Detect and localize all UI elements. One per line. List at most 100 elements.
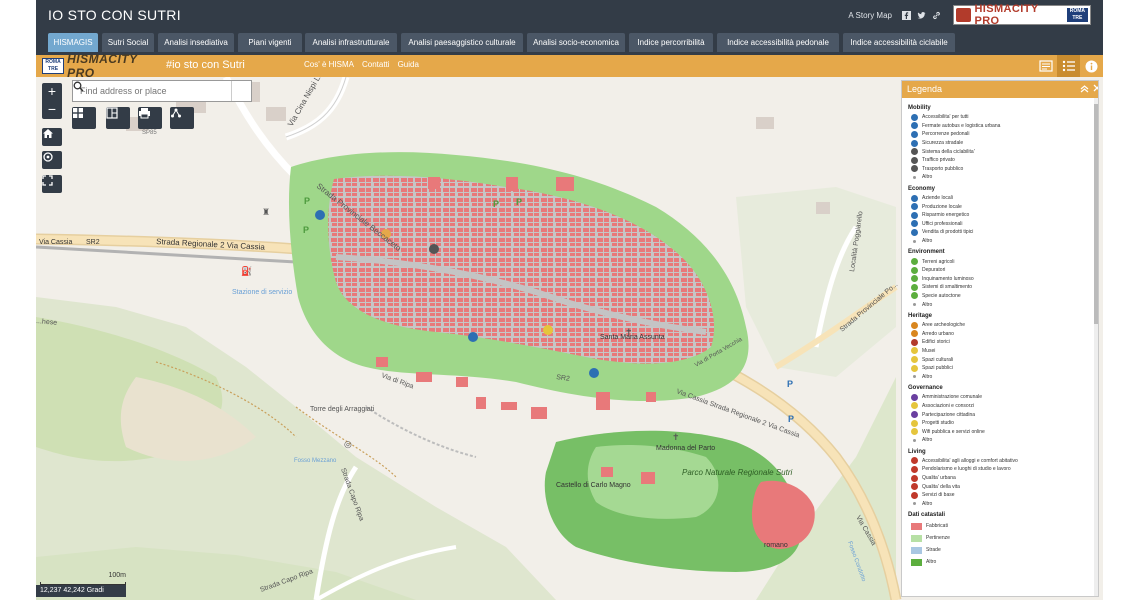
legend-item: Amministrazione comunale <box>908 393 1093 402</box>
legend-item: Specie autoctone <box>908 292 1093 301</box>
label-sp85: SP85 <box>142 130 157 136</box>
facebook-icon[interactable] <box>902 10 911 20</box>
tab-hismagis[interactable]: HISMAGIS <box>48 33 98 52</box>
label-via-cassia-left: Via Cassia <box>39 239 72 246</box>
hismacity-mark-icon <box>956 8 972 22</box>
transport-poi-icon[interactable] <box>468 332 478 342</box>
legend-scroll-thumb[interactable] <box>1094 104 1098 324</box>
print-button[interactable] <box>138 107 162 129</box>
tab-analisi-infrastrutturale[interactable]: Analisi infrastrutturale <box>305 33 397 52</box>
legend-item: Inquinamento luminoso <box>908 275 1093 284</box>
legend-item: Depuratori <box>908 266 1093 275</box>
other-dot-icon <box>913 502 916 506</box>
legend-item: Vendita di prodotti tipici <box>908 228 1093 237</box>
legend-list-icon <box>1062 60 1075 72</box>
accessibility-poi-icon[interactable] <box>589 368 599 378</box>
search-input[interactable] <box>73 81 231 101</box>
tab-indice-percorribilita[interactable]: Indice percorribilità <box>629 33 713 52</box>
legend-item: Accessibilita' agli alloggi e comfort ab… <box>908 457 1093 466</box>
link-icon[interactable] <box>932 11 941 20</box>
economy-symbol-icon <box>911 194 918 202</box>
legend-item: Spazi pubblici <box>908 364 1093 373</box>
traffic-poi-icon[interactable] <box>429 244 439 254</box>
legend-title: Legenda <box>907 84 943 94</box>
hismacity-header-logo[interactable]: HISMACITY PRO ROMA TRE <box>953 3 1091 27</box>
legend-item: Sistema della ciclabilita' <box>908 147 1093 156</box>
environment-symbol-icon <box>911 258 918 266</box>
legend-item: Trasporto pubblico <box>908 165 1093 174</box>
heritage-symbol-icon <box>911 347 918 355</box>
legend-item: Uffici professionali <box>908 220 1093 229</box>
legend-panel: Legenda Mobility Accessibilita' per tutt… <box>901 80 1099 597</box>
label-sr2-left: SR2 <box>86 239 100 246</box>
svg-text:♜: ♜ <box>262 207 270 217</box>
label-madonna: Madonna del Parto <box>656 445 715 452</box>
legend-item: Aziende locali <box>908 194 1093 203</box>
legend-item: Risparmio energetico <box>908 211 1093 220</box>
governance-symbol-icon <box>911 428 918 436</box>
map-view[interactable]: P P P P P P ✝ ✝ ♜ ◎ ⛽ Via Cina Nispi Lan… <box>36 77 1103 600</box>
legend-button[interactable] <box>1057 55 1080 77</box>
hismacity-app-logo[interactable]: ROMA TRE HISMACITY PRO <box>42 52 160 80</box>
zoom-in-button[interactable]: + <box>42 83 62 101</box>
legend-item: Produzione locale <box>908 202 1093 211</box>
about-button[interactable] <box>1034 55 1057 77</box>
app-title: #io sto con Sutri <box>166 59 245 71</box>
label-stazione: Stazione di servizio <box>232 289 292 296</box>
twitter-icon[interactable] <box>917 11 926 20</box>
environment-symbol-icon <box>911 292 918 300</box>
tab-analisi-socio-economica[interactable]: Analisi socio-economica <box>527 33 625 52</box>
environment-symbol-icon <box>911 266 918 274</box>
legend-item-other: Altro <box>908 372 1093 381</box>
other-dot-icon <box>913 438 916 442</box>
living-symbol-icon <box>911 457 918 465</box>
svg-text:P: P <box>493 199 499 209</box>
other-dot-icon <box>913 375 916 379</box>
living-symbol-icon <box>911 483 918 491</box>
search-icon <box>73 81 84 92</box>
legend-item-other: Altro <box>908 500 1093 509</box>
fullscreen-button[interactable] <box>42 175 62 193</box>
tab-sutri-social[interactable]: Sutri Social <box>102 33 154 52</box>
header-logo-text: HISMACITY PRO <box>974 3 1039 27</box>
link-cos-e-hisma[interactable]: Cos' è HISMA <box>304 60 354 69</box>
legend-scrollbar[interactable] <box>1094 98 1098 596</box>
legend-item: Qualita' urbana <box>908 474 1093 483</box>
legend-item: Edifici storici <box>908 338 1093 347</box>
tab-analisi-insediativa[interactable]: Analisi insediativa <box>158 33 234 52</box>
label-parco: Parco Naturale Regionale Sutri <box>682 468 793 477</box>
zoom-out-button[interactable]: − <box>42 101 62 119</box>
legend-body: Mobility Accessibilita' per tutti Fermat… <box>902 98 1098 568</box>
tab-indice-accessibilita-ciclabile[interactable]: Indice accessibilità ciclabile <box>843 33 955 52</box>
heritage-symbol-icon <box>911 330 918 338</box>
tab-analisi-paesaggistico-culturale[interactable]: Analisi paesaggistico culturale <box>401 33 523 52</box>
info-icon <box>1085 60 1098 72</box>
home-button[interactable] <box>42 128 62 146</box>
search-button[interactable] <box>73 81 251 101</box>
living-symbol-icon <box>911 491 918 499</box>
governance-symbol-icon <box>911 419 918 427</box>
link-guida[interactable]: Guida <box>398 60 419 69</box>
legend-item: Wifi pubblica e servizi online <box>908 427 1093 436</box>
label-torre: Torre degli Arraggiati <box>310 406 375 413</box>
economy-symbol-icon <box>911 228 918 236</box>
link-contatti[interactable]: Contatti <box>362 60 390 69</box>
legend-group-environment: Environment <box>908 249 945 256</box>
cultural-space-poi-icon[interactable] <box>543 325 553 335</box>
tab-indice-accessibilita-pedonale[interactable]: Indice accessibilità pedonale <box>717 33 839 52</box>
heritage-symbol-icon <box>911 356 918 364</box>
label-santa-maria: Santa Maria Assunta <box>600 334 665 341</box>
legend-item: Strade <box>908 544 1093 556</box>
living-symbol-icon <box>911 465 918 473</box>
roma-tre-small-logo: ROMA TRE <box>42 57 65 74</box>
mobility-poi-icon[interactable] <box>315 210 325 220</box>
share-button[interactable] <box>170 107 194 129</box>
pertinenze-swatch-icon <box>911 534 922 542</box>
legend-item: Fermate autobus e logistica urbana <box>908 122 1093 131</box>
tab-piani-vigenti[interactable]: Piani vigenti <box>238 33 302 52</box>
basemap-gallery-button[interactable] <box>72 107 96 129</box>
locate-button[interactable] <box>42 151 62 169</box>
layer-list-button[interactable] <box>106 107 130 129</box>
story-map-byline[interactable]: A Story Map <box>848 11 892 20</box>
info-button[interactable] <box>1080 55 1103 77</box>
